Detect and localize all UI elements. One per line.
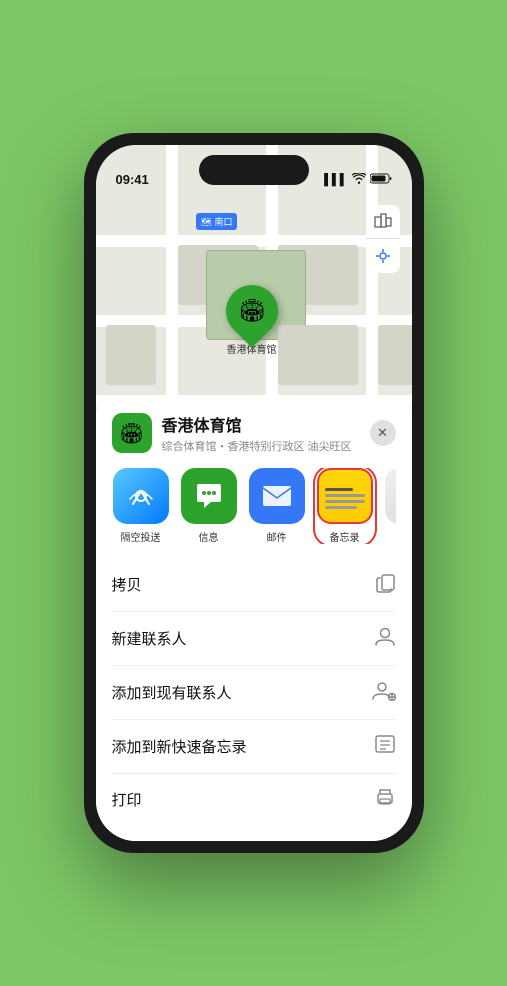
- airdrop-label: 隔空投送: [121, 529, 161, 544]
- airdrop-icon: [113, 468, 169, 524]
- pin-emoji: 🏟: [238, 298, 266, 324]
- map-controls[interactable]: [366, 205, 400, 273]
- new-contact-icon: [374, 625, 396, 652]
- add-existing-icon: [372, 679, 396, 706]
- action-add-existing-label: 添加到现有联系人: [112, 682, 232, 703]
- map-block5: [278, 325, 358, 385]
- notes-line-4: [325, 506, 357, 509]
- status-time: 09:41: [116, 172, 149, 187]
- location-address: 综合体育馆・香港特别行政区 油尖旺区: [162, 438, 360, 454]
- map-type-button[interactable]: [366, 205, 400, 239]
- action-copy-label: 拷贝: [112, 574, 142, 595]
- location-button[interactable]: [366, 239, 400, 273]
- share-apps-row: 隔空投送 信息: [112, 468, 396, 544]
- action-print[interactable]: 打印: [112, 774, 396, 825]
- action-add-notes[interactable]: 添加到新快速备忘录: [112, 720, 396, 774]
- battery-icon: [370, 173, 392, 187]
- mail-icon: [249, 468, 305, 524]
- location-emoji: 🏟: [119, 421, 144, 446]
- location-header: 🏟 香港体育馆 综合体育馆・香港特别行政区 油尖旺区 ✕: [112, 412, 396, 454]
- action-add-existing[interactable]: 添加到现有联系人: [112, 666, 396, 720]
- phone-frame: 09:41 ▌▌▌: [84, 133, 424, 853]
- action-new-contact-label: 新建联系人: [112, 628, 187, 649]
- print-icon: [374, 787, 396, 812]
- share-app-airdrop[interactable]: 隔空投送: [112, 468, 170, 544]
- wifi-icon: [352, 173, 366, 187]
- message-icon: [181, 468, 237, 524]
- action-list: 拷贝 新建联系人: [112, 558, 396, 825]
- map-location-label: 🗺 南口: [196, 213, 238, 230]
- location-info: 香港体育馆 综合体育馆・香港特别行政区 油尖旺区: [162, 412, 360, 454]
- action-add-notes-label: 添加到新快速备忘录: [112, 736, 247, 757]
- message-label: 信息: [199, 529, 219, 544]
- map-label-icon: 🗺: [201, 217, 215, 227]
- map-pin: 🏟 香港体育馆: [226, 285, 278, 356]
- notes-icon: [317, 468, 373, 524]
- location-name: 香港体育馆: [162, 412, 360, 436]
- dynamic-island: [199, 155, 309, 185]
- add-notes-icon: [374, 733, 396, 760]
- bottom-sheet: 🏟 香港体育馆 综合体育馆・香港特别行政区 油尖旺区 ✕: [96, 396, 412, 841]
- location-icon: 🏟: [112, 413, 152, 453]
- notes-lines: [319, 480, 371, 513]
- phone-screen: 09:41 ▌▌▌: [96, 145, 412, 841]
- share-app-mail[interactable]: 邮件: [248, 468, 306, 544]
- notes-line-3: [325, 500, 365, 503]
- map-block6: [378, 325, 412, 385]
- close-button[interactable]: ✕: [370, 420, 396, 446]
- more-icon: [385, 468, 396, 524]
- map-block3: [106, 325, 156, 385]
- mail-label: 邮件: [267, 529, 287, 544]
- notes-line-2: [325, 494, 365, 497]
- action-copy[interactable]: 拷贝: [112, 558, 396, 612]
- share-app-more[interactable]: 推: [384, 468, 396, 544]
- share-app-message[interactable]: 信息: [180, 468, 238, 544]
- status-icons: ▌▌▌: [324, 173, 391, 187]
- notes-line-1: [325, 488, 353, 491]
- share-app-notes[interactable]: 备忘录: [316, 468, 374, 544]
- action-new-contact[interactable]: 新建联系人: [112, 612, 396, 666]
- signal-icon: ▌▌▌: [324, 174, 347, 186]
- action-print-label: 打印: [112, 789, 142, 810]
- copy-icon: [376, 571, 396, 598]
- notes-label: 备忘录: [330, 529, 360, 544]
- map-label-text: 南口: [214, 217, 232, 227]
- pin-circle: 🏟: [215, 274, 289, 348]
